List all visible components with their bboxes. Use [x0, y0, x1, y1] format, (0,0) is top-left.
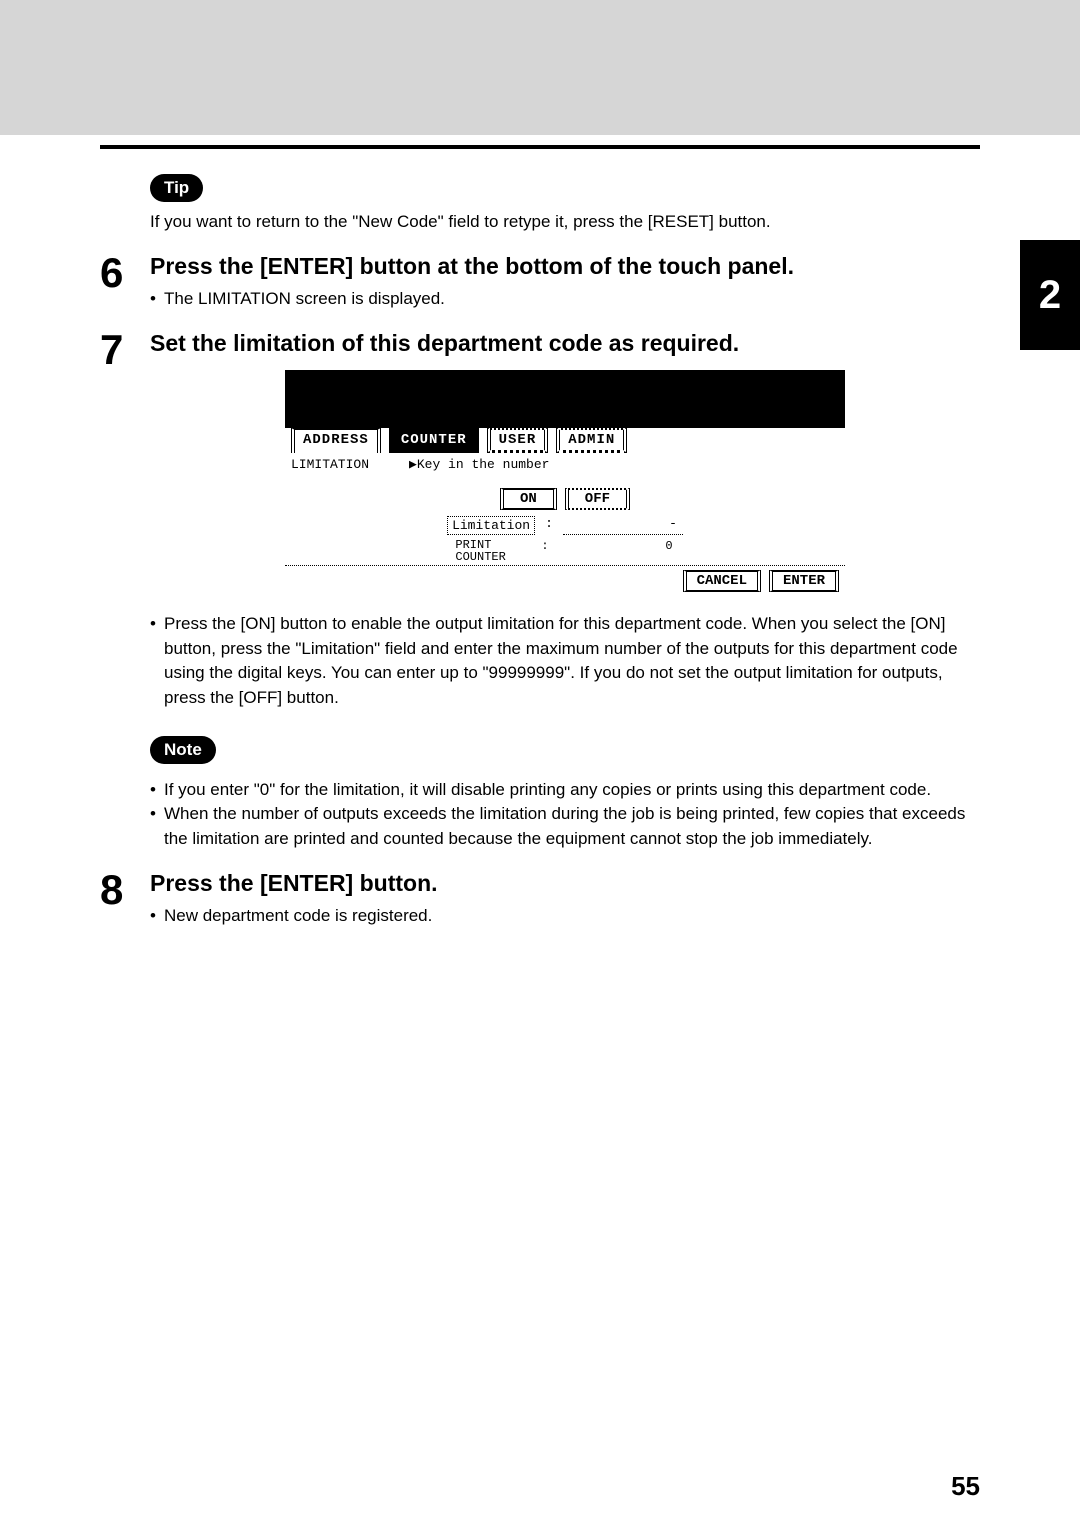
off-button[interactable]: OFF [565, 488, 630, 510]
step-bullet: New department code is registered. [150, 904, 980, 929]
tab-user[interactable]: USER [487, 428, 549, 453]
on-button[interactable]: ON [500, 488, 557, 510]
screen-header-black [285, 370, 845, 428]
screen-tabs: ADDRESS COUNTER USER ADMIN [285, 428, 845, 453]
limitation-field[interactable]: Limitation [447, 516, 535, 535]
limitation-label: LIMITATION [291, 457, 369, 472]
step-number: 6 [100, 252, 150, 294]
note-bullet: When the number of outputs exceeds the l… [150, 802, 980, 851]
key-in-prompt: ▶Key in the number [409, 457, 549, 472]
enter-button[interactable]: ENTER [769, 570, 839, 592]
note-badge: Note [150, 736, 216, 764]
step-title: Set the limitation of this department co… [150, 329, 980, 358]
screen-body: LIMITATION ▶Key in the number ON OFF Lim… [285, 453, 845, 566]
tab-admin[interactable]: ADMIN [556, 428, 627, 453]
step-title: Press the [ENTER] button at the bottom o… [150, 252, 980, 281]
print-counter-value: 0 [559, 539, 679, 563]
tip-text: If you want to return to the "New Code" … [150, 210, 950, 234]
step-bullet: Press the [ON] button to enable the outp… [150, 612, 980, 711]
colon: : [545, 516, 553, 535]
tab-address[interactable]: ADDRESS [291, 428, 381, 453]
step-title: Press the [ENTER] button. [150, 869, 980, 898]
screen-footer: CANCEL ENTER [285, 566, 845, 598]
note-bullet: If you enter "0" for the limitation, it … [150, 778, 980, 803]
limitation-value: - [563, 516, 683, 535]
step-number: 7 [100, 329, 150, 371]
tip-badge: Tip [150, 174, 203, 202]
tab-counter[interactable]: COUNTER [389, 428, 479, 453]
step-8: 8 Press the [ENTER] button. New departme… [100, 869, 980, 928]
device-screenshot: ADDRESS COUNTER USER ADMIN LIMITATION ▶K… [285, 370, 845, 598]
colon: : [541, 539, 548, 563]
top-grey-band [0, 0, 1080, 135]
print-counter-label: PRINT COUNTER [451, 539, 531, 563]
step-number: 8 [100, 869, 150, 911]
cancel-button[interactable]: CANCEL [683, 570, 761, 592]
step-bullet: The LIMITATION screen is displayed. [150, 287, 980, 312]
page-number: 55 [951, 1471, 980, 1502]
header-rule [100, 145, 980, 149]
step-7: 7 Set the limitation of this department … [100, 329, 980, 851]
step-6: 6 Press the [ENTER] button at the bottom… [100, 252, 980, 311]
